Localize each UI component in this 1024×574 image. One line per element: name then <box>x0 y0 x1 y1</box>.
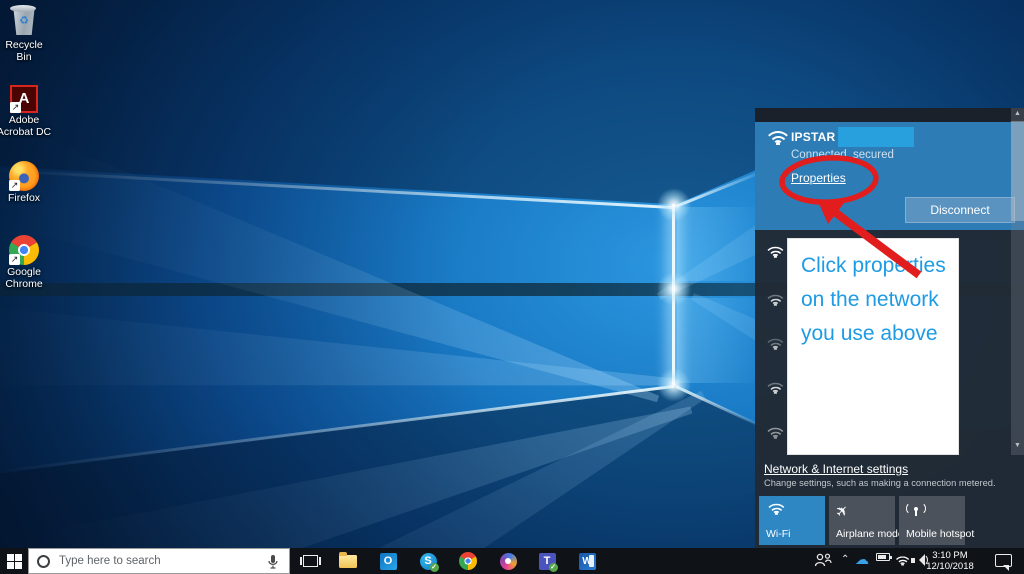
chrome-icon <box>459 552 477 570</box>
network-name-highlight <box>838 127 915 147</box>
action-center-icon[interactable] <box>995 554 1012 571</box>
scrollbar-thumb[interactable] <box>1011 121 1024 221</box>
tile-label: Mobile hotspot <box>906 528 975 540</box>
hotspot-icon <box>906 502 926 520</box>
paint3d-button[interactable] <box>498 551 518 571</box>
tile-label: Airplane mode <box>836 528 904 540</box>
disconnect-button[interactable]: Disconnect <box>905 197 1015 223</box>
desktop-icon-adobe-acrobat[interactable]: A ↗ Adobe Acrobat DC <box>0 85 51 138</box>
chrome-taskbar-button[interactable] <box>458 551 478 571</box>
desktop-icon-firefox[interactable]: ↗ Firefox <box>0 161 48 205</box>
annotation-note-box: Click properties on the network you use … <box>787 238 959 455</box>
tile-label: Wi-Fi <box>766 528 791 540</box>
desktop-icon-label: Recycle Bin <box>5 39 43 63</box>
network-status: Connected, secured <box>791 149 894 161</box>
flyout-scrollbar[interactable]: ▲ ▼ <box>1011 108 1024 455</box>
outlook-button[interactable]: O <box>378 551 398 571</box>
shortcut-arrow-icon: ↗ <box>9 254 20 265</box>
taskbar-clock[interactable]: 3:10 PM 12/10/2018 <box>920 550 980 572</box>
start-button[interactable] <box>0 548 28 574</box>
settings-description: Change settings, such as making a connec… <box>764 478 996 488</box>
paint3d-icon <box>499 552 517 570</box>
teams-icon: T ✓ <box>538 552 558 572</box>
selected-network-item[interactable]: IPSTAR Connected, secured Properties Dis… <box>755 122 1024 230</box>
cortana-icon <box>37 555 50 568</box>
network-internet-settings-link[interactable]: Network & Internet settings <box>764 462 908 476</box>
search-input[interactable] <box>59 550 254 572</box>
airplane-mode-tile[interactable]: ✈ Airplane mode <box>829 496 904 545</box>
word-icon: W <box>578 552 596 570</box>
scroll-up-icon[interactable]: ▲ <box>1011 110 1024 117</box>
teams-button[interactable]: T ✓ <box>537 551 558 572</box>
scroll-down-icon[interactable]: ▼ <box>1011 442 1024 449</box>
status-check-badge: ✓ <box>548 562 558 572</box>
outlook-icon: O <box>379 552 397 570</box>
file-explorer-button[interactable] <box>338 551 358 571</box>
desktop-icon-label: Google Chrome <box>5 266 43 290</box>
wifi-icon <box>766 502 792 520</box>
desktop: ♻ Recycle Bin A ↗ Adobe Acrobat DC ↗ Fir… <box>0 0 1024 574</box>
taskbar: O S ✓ T ✓ W <box>0 548 1024 574</box>
word-button[interactable]: W <box>577 551 597 571</box>
annotation-text: Click properties on the network you use … <box>801 254 946 345</box>
onedrive-cloud-icon[interactable]: ☁ <box>855 551 875 571</box>
skype-button[interactable]: S ✓ <box>418 551 439 572</box>
task-view-icon <box>299 555 321 567</box>
clock-time: 3:10 PM <box>932 550 968 561</box>
people-icon[interactable] <box>814 553 834 573</box>
shortcut-arrow-icon: ↗ <box>10 102 21 113</box>
desktop-icon-label: Firefox <box>7 192 41 204</box>
wifi-signal-icon <box>765 129 791 145</box>
status-check-badge: ✓ <box>429 562 439 572</box>
windows-logo-icon <box>7 554 22 569</box>
battery-icon[interactable] <box>876 551 896 571</box>
taskbar-search-box[interactable] <box>28 548 290 574</box>
shortcut-arrow-icon: ↗ <box>9 180 20 191</box>
airplane-icon: ✈ <box>832 500 854 522</box>
desktop-icon-recycle-bin[interactable]: ♻ Recycle Bin <box>0 5 48 63</box>
recycle-bin-icon: ♻ <box>10 5 37 38</box>
desktop-icon-label: Adobe Acrobat DC <box>0 114 52 138</box>
file-explorer-icon <box>339 551 357 568</box>
desktop-icon-google-chrome[interactable]: ↗ Google Chrome <box>0 235 48 290</box>
clock-date: 12/10/2018 <box>926 561 974 572</box>
microphone-icon[interactable] <box>267 554 279 574</box>
network-name: IPSTAR <box>791 130 836 144</box>
task-view-button[interactable] <box>299 551 321 571</box>
wifi-toggle-tile[interactable]: Wi-Fi <box>759 496 825 545</box>
skype-icon: S ✓ <box>419 552 439 572</box>
mobile-hotspot-tile[interactable]: Mobile hotspot <box>899 496 974 545</box>
properties-link[interactable]: Properties <box>791 171 846 185</box>
flyout-top-strip <box>755 108 1024 122</box>
